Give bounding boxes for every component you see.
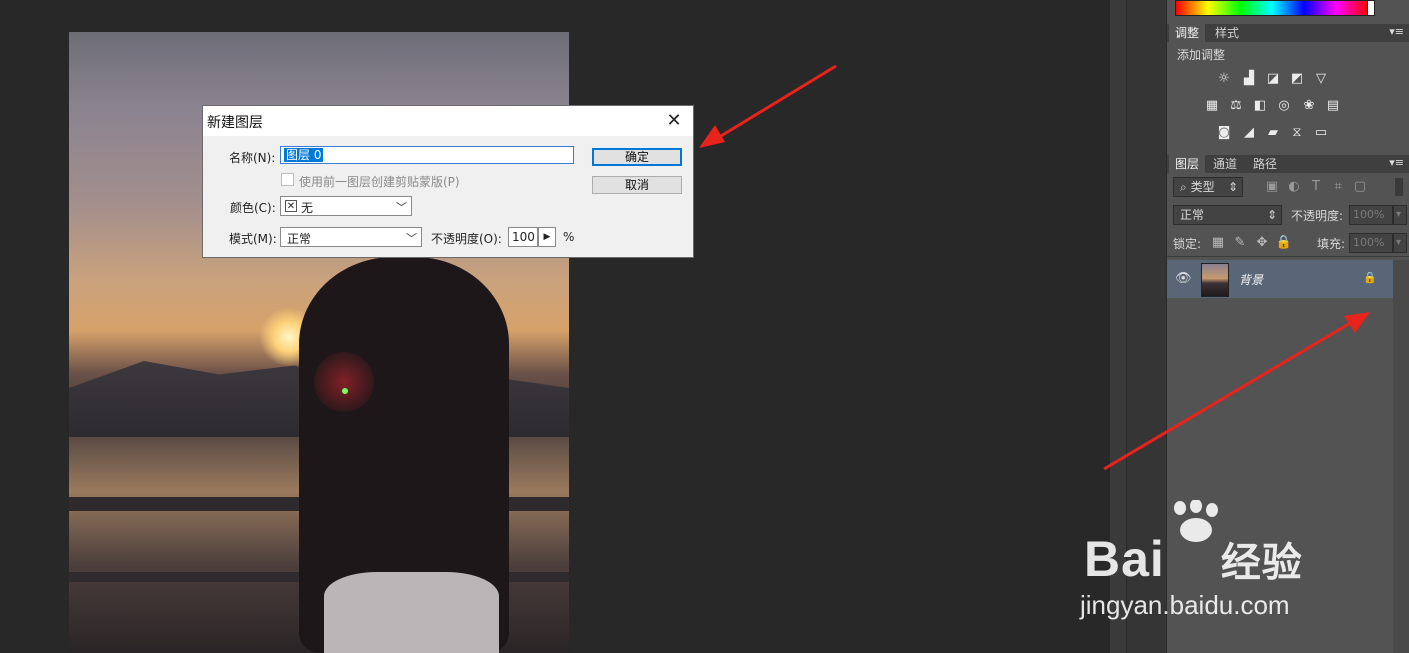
photo-filter-icon[interactable]: ◎ xyxy=(1275,99,1293,113)
layer-row-background[interactable]: 👁 背景 🔒 xyxy=(1167,260,1393,298)
curves-icon[interactable]: ◪ xyxy=(1264,72,1282,86)
selective-color-icon[interactable]: ⧖ xyxy=(1288,126,1306,140)
tab-adjustments[interactable]: 调整 xyxy=(1169,24,1206,42)
black-white-swatch[interactable] xyxy=(1367,0,1375,16)
layer-opacity-label: 不透明度: xyxy=(1291,209,1344,223)
opacity-input[interactable]: 100 xyxy=(508,227,538,247)
chevron-down-icon[interactable]: ▾ xyxy=(1393,205,1407,225)
watermark-brand: Bai 经验 xyxy=(1084,530,1303,588)
hue-saturation-icon[interactable]: ▦ xyxy=(1203,99,1221,113)
tab-layers[interactable]: 图层 xyxy=(1169,155,1206,173)
fill-input[interactable]: 100% xyxy=(1349,233,1393,253)
chevron-down-icon[interactable]: ▾ xyxy=(1393,233,1407,253)
cancel-button[interactable]: 取消 xyxy=(592,176,682,194)
divider xyxy=(1167,256,1409,257)
pixel-filter-icon[interactable]: ▣ xyxy=(1263,180,1281,194)
adjustment-filter-icon[interactable]: ◐ xyxy=(1285,180,1303,194)
layer-opacity-input[interactable]: 100% xyxy=(1349,205,1393,225)
color-balance-icon[interactable]: ⚖ xyxy=(1227,99,1245,113)
lens-flare-dot xyxy=(342,388,348,394)
gradient-map-icon[interactable]: ▭ xyxy=(1312,126,1330,140)
opacity-unit: % xyxy=(563,230,575,244)
blend-mode-select[interactable]: 正常 ⇕ xyxy=(1173,205,1282,225)
color-select[interactable]: ✕ 无 ﹀ xyxy=(280,196,412,216)
chevron-down-icon: ﹀ xyxy=(406,232,417,245)
layer-name-value: 图层 0 xyxy=(284,148,324,162)
layers-tabbar: 图层 通道 路径 ▾≡ xyxy=(1167,155,1409,173)
color-select-value: 无 xyxy=(301,201,314,215)
brightness-icon[interactable]: ☼ xyxy=(1215,72,1233,86)
filter-toggle-switch[interactable] xyxy=(1395,178,1403,196)
skirt-shape xyxy=(324,572,499,653)
fill-label: 填充: xyxy=(1317,237,1346,251)
clip-mask-label: 使用前一图层创建剪贴蒙版(P) xyxy=(299,175,460,189)
new-layer-dialog: 新建图层 ✕ 名称(N): 图层 0 使用前一图层创建剪贴蒙版(P) 颜色(C)… xyxy=(202,105,694,258)
color-lookup-icon[interactable]: ▤ xyxy=(1324,99,1342,113)
vibrance-icon[interactable]: ▽ xyxy=(1312,72,1330,86)
ok-button[interactable]: 确定 xyxy=(592,148,682,166)
baidu-watermark: Bai 经验 jingyan.baidu.com xyxy=(1080,500,1340,620)
panel-menu-icon[interactable]: ▾≡ xyxy=(1389,25,1404,38)
layer-filter-select[interactable]: ⌕ 类型 ⇕ xyxy=(1173,177,1243,197)
layer-name-input[interactable]: 图层 0 xyxy=(280,146,574,164)
shape-filter-icon[interactable]: ⌗ xyxy=(1329,180,1347,194)
lock-move-icon[interactable]: ✥ xyxy=(1253,236,1271,250)
threshold-icon[interactable]: ▰ xyxy=(1264,126,1282,140)
smart-object-filter-icon[interactable]: ▢ xyxy=(1351,180,1369,194)
lock-label: 锁定: xyxy=(1173,237,1202,251)
chevron-down-icon: ﹀ xyxy=(396,201,407,214)
add-adjustment-label: 添加调整 xyxy=(1177,48,1226,62)
color-spectrum[interactable] xyxy=(1175,0,1369,16)
watermark-url: jingyan.baidu.com xyxy=(1080,590,1290,620)
stepper-icon: ⇕ xyxy=(1266,208,1277,222)
close-icon[interactable]: ✕ xyxy=(663,110,685,132)
name-label: 名称(N): xyxy=(229,151,276,165)
layer-name: 背景 xyxy=(1239,273,1264,287)
no-color-icon: ✕ xyxy=(285,200,297,212)
lock-all-icon[interactable]: 🔒 xyxy=(1275,236,1293,250)
watermark-brand-cn: 经验 xyxy=(1220,541,1303,585)
layers-scrollbar[interactable] xyxy=(1393,260,1409,653)
layer-thumbnail xyxy=(1201,263,1229,297)
type-filter-icon[interactable]: T xyxy=(1307,180,1325,194)
blend-mode-value: 正常 xyxy=(1180,208,1205,222)
opacity-stepper-icon[interactable]: ▶ xyxy=(538,227,556,247)
mode-select[interactable]: 正常 ﹀ xyxy=(280,227,422,247)
invert-icon[interactable]: ◙ xyxy=(1215,126,1233,140)
lock-brush-icon[interactable]: ✎ xyxy=(1231,236,1249,250)
search-icon: ⌕ xyxy=(1180,180,1187,194)
tab-channels[interactable]: 通道 xyxy=(1207,155,1243,173)
color-label: 颜色(C): xyxy=(230,201,276,215)
mode-label: 模式(M): xyxy=(229,232,277,246)
posterize-icon[interactable]: ◢ xyxy=(1240,126,1258,140)
lens-flare xyxy=(314,352,374,412)
opacity-label: 不透明度(O): xyxy=(431,232,502,246)
stepper-icon: ⇕ xyxy=(1227,180,1238,194)
tab-paths[interactable]: 路径 xyxy=(1247,155,1283,173)
exposure-icon[interactable]: ◩ xyxy=(1288,72,1306,86)
eye-icon[interactable]: 👁 xyxy=(1175,271,1192,286)
layer-filter-value: 类型 xyxy=(1190,180,1215,194)
arrow-to-dialog xyxy=(699,64,837,148)
lock-transparency-icon[interactable]: ▦ xyxy=(1209,236,1227,250)
mode-select-value: 正常 xyxy=(287,232,312,246)
panel-menu-icon[interactable]: ▾≡ xyxy=(1389,156,1404,169)
black-white-icon[interactable]: ◧ xyxy=(1251,99,1269,113)
levels-icon[interactable]: ▟ xyxy=(1240,72,1258,86)
adjustments-tabbar: 调整 样式 ▾≡ xyxy=(1167,24,1409,42)
watermark-brand-latin: Bai xyxy=(1084,531,1165,587)
tab-styles[interactable]: 样式 xyxy=(1209,24,1245,42)
dialog-titlebar[interactable]: 新建图层 ✕ xyxy=(203,106,693,136)
channel-mixer-icon[interactable]: ❀ xyxy=(1300,99,1318,113)
lock-icon: 🔒 xyxy=(1363,271,1377,284)
clip-mask-checkbox[interactable] xyxy=(281,173,294,186)
dialog-title: 新建图层 xyxy=(207,115,263,131)
